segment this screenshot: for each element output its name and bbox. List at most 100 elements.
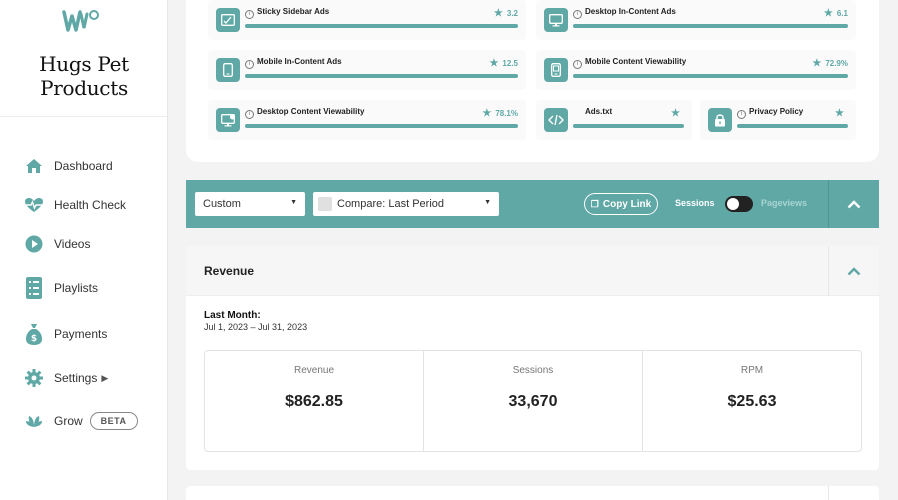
metric-name: Desktop In-Content Ads xyxy=(585,7,676,16)
gear-icon xyxy=(24,368,44,388)
star-icon: ★ xyxy=(482,108,492,119)
metric-mobile-in-content-ads[interactable]: i Mobile In-Content Ads ★ 12.5 xyxy=(208,50,526,90)
metric-score: ★ 12.5 xyxy=(489,58,518,69)
metric-name: Privacy Policy xyxy=(749,107,804,116)
sidebar-item-label: Grow xyxy=(54,414,83,428)
metric-score: ★ 78.1% xyxy=(482,108,518,119)
metric-name: Desktop Content Viewability xyxy=(257,107,365,116)
brand-name: Hugs Pet Products xyxy=(39,52,129,100)
stat-sessions: Sessions 33,670 xyxy=(424,351,643,451)
code-icon xyxy=(544,108,568,132)
period-dates: Jul 1, 2023 – Jul 31, 2023 xyxy=(204,322,308,332)
toggle-knob xyxy=(727,198,739,210)
stat-revenue: Revenue $862.85 xyxy=(205,351,424,451)
sidebar: Hugs Pet Products Dashboard Health Check… xyxy=(0,0,168,500)
info-icon[interactable]: i xyxy=(573,60,582,69)
metric-progress-bar xyxy=(245,74,518,78)
sidebar-item-grow[interactable]: Grow BETA xyxy=(24,409,138,433)
sessions-label: Sessions xyxy=(675,198,715,208)
chevron-up-icon xyxy=(847,199,861,208)
star-icon: ★ xyxy=(493,8,503,19)
sessions-pageviews-toggle[interactable] xyxy=(725,196,753,212)
sidebar-divider xyxy=(0,116,168,117)
stat-value: 33,670 xyxy=(508,393,558,410)
metric-score: ★ 72.9% xyxy=(812,58,848,69)
metric-score: ★ 3.2 xyxy=(493,8,518,19)
stat-label: Sessions xyxy=(512,365,554,376)
metric-mobile-content-viewability[interactable]: i Mobile Content Viewability ★ 72.9% xyxy=(536,50,856,90)
leaf-icon xyxy=(24,411,44,431)
info-icon[interactable]: i xyxy=(245,10,254,19)
metric-progress-bar xyxy=(245,24,518,28)
metric-name: Sticky Sidebar Ads xyxy=(257,7,330,16)
dropdown-arrow-icon: ▼ xyxy=(290,199,297,206)
sidebar-item-label: Payments xyxy=(54,327,108,341)
star-icon: ★ xyxy=(489,58,499,69)
sidebar-ad-icon xyxy=(216,8,240,32)
metric-score: ★ xyxy=(671,108,684,119)
metric-name: Ads.txt xyxy=(585,107,613,116)
copy-link-button[interactable]: ❐ Copy Link xyxy=(584,193,658,215)
metric-progress-bar xyxy=(245,124,518,128)
metric-progress-bar xyxy=(573,124,684,128)
compare-checkbox[interactable] xyxy=(318,197,332,211)
revenue-card: Revenue Last Month: Jul 1, 2023 – Jul 31… xyxy=(186,246,879,470)
sidebar-item-label: Playlists xyxy=(54,281,99,295)
desktop-view-icon xyxy=(216,108,240,132)
metric-desktop-in-content-ads[interactable]: i Desktop In-Content Ads ★ 6.1 xyxy=(536,0,856,40)
list-icon xyxy=(24,277,44,299)
info-icon[interactable]: i xyxy=(245,110,254,119)
star-icon: ★ xyxy=(823,8,833,19)
stats-summary: Revenue $862.85 Sessions 33,670 RPM $25.… xyxy=(204,350,862,452)
metric-progress-bar xyxy=(737,124,848,128)
sidebar-item-label: Settings xyxy=(54,371,98,385)
metric-progress-bar xyxy=(573,74,848,78)
sidebar-item-dashboard[interactable]: Dashboard xyxy=(24,154,113,178)
sidebar-item-label: Videos xyxy=(54,237,91,251)
sidebar-item-videos[interactable]: Videos xyxy=(24,232,90,256)
metric-name: Mobile In-Content Ads xyxy=(257,57,342,66)
desktop-icon xyxy=(544,8,568,32)
beta-badge: BETA xyxy=(89,412,138,430)
sidebar-item-playlists[interactable]: Playlists xyxy=(24,276,98,300)
stat-label: RPM xyxy=(740,365,764,376)
info-icon[interactable]: i xyxy=(737,110,746,119)
home-icon xyxy=(24,156,44,176)
chevron-right-icon: ▶ xyxy=(101,372,109,383)
metric-score: ★ xyxy=(835,108,848,119)
collapse-revenue-button[interactable] xyxy=(829,246,879,296)
metric-sticky-sidebar-ads[interactable]: i Sticky Sidebar Ads ★ 3.2 xyxy=(208,0,526,40)
star-icon: ★ xyxy=(812,58,822,69)
revenue-title: Revenue xyxy=(204,264,255,278)
stat-label: Revenue xyxy=(293,365,335,376)
metric-desktop-content-viewability[interactable]: i Desktop Content Viewability ★ 78.1% xyxy=(208,100,526,140)
logo-icon xyxy=(62,10,99,32)
copy-link-label: Copy Link xyxy=(602,198,652,210)
heartbeat-icon xyxy=(24,195,44,215)
revenue-header: Revenue xyxy=(186,246,879,296)
compare-select[interactable]: Compare: Last Period ▼ xyxy=(313,192,499,216)
ad-health-card: i Sticky Sidebar Ads ★ 3.2 i Desktop In-C… xyxy=(186,0,879,162)
info-icon[interactable]: i xyxy=(573,10,582,19)
divider xyxy=(828,486,829,500)
next-section-card xyxy=(186,486,879,500)
period-label: Last Month: xyxy=(204,310,261,321)
dropdown-arrow-icon: ▼ xyxy=(484,199,491,206)
metric-ads-txt[interactable]: Ads.txt ★ xyxy=(536,100,692,140)
mobile-icon xyxy=(216,58,240,82)
metric-privacy-policy[interactable]: i Privacy Policy ★ xyxy=(700,100,856,140)
date-range-select[interactable]: Custom ▼ xyxy=(195,192,305,216)
stat-value: $862.85 xyxy=(285,393,343,410)
filter-bar: Custom ▼ Compare: Last Period ▼ ❐ Copy L… xyxy=(186,180,879,228)
sidebar-item-health-check[interactable]: Health Check xyxy=(24,193,126,217)
sidebar-item-label: Dashboard xyxy=(54,159,113,173)
info-icon[interactable]: i xyxy=(245,60,254,69)
play-icon xyxy=(24,234,44,254)
stat-rpm: RPM $25.63 xyxy=(643,351,861,451)
mobile-view-icon xyxy=(544,58,568,82)
star-icon: ★ xyxy=(671,108,680,119)
collapse-filter-button[interactable] xyxy=(829,180,879,228)
sidebar-item-settings[interactable]: Settings ▶ xyxy=(24,366,108,390)
sidebar-item-payments[interactable]: $ Payments xyxy=(24,322,107,346)
metric-progress-bar xyxy=(573,24,848,28)
